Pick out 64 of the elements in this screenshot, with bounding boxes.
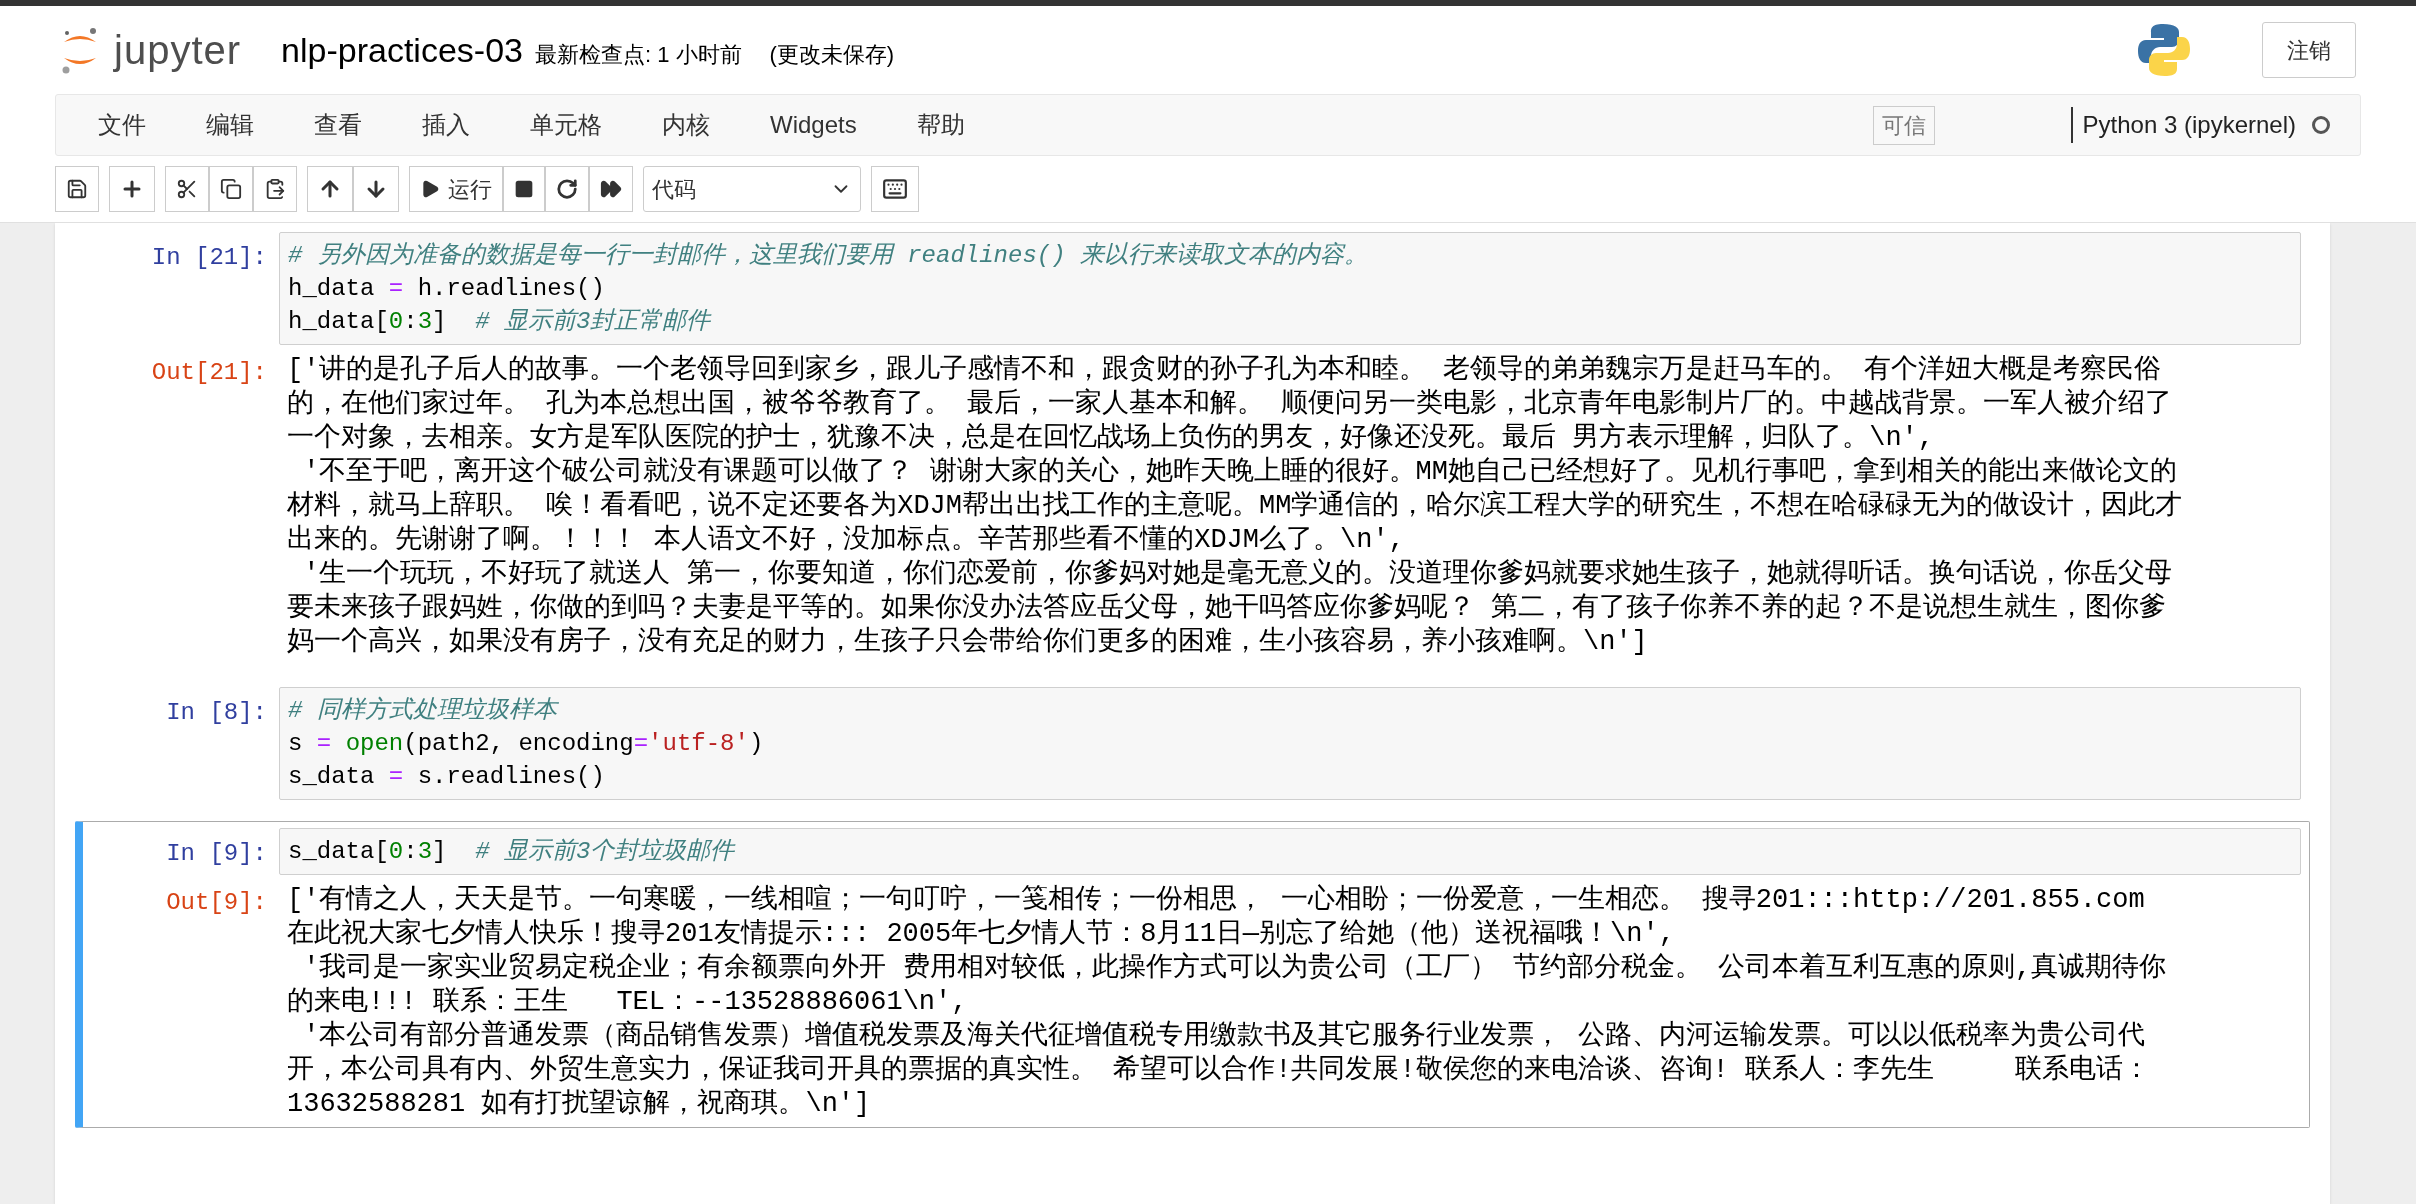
output-line: '本公司有部分普通发票（商品销售发票）增值税发票及海关代征增值税专用缴款书及其它服务行业发票， 公路、内河运输发票。可以以低税率为贵公司代 (302, 1019, 2145, 1053)
input-prompt: In [21]: (151, 243, 267, 273)
checkpoint-status: 最新检查点: 1 小时前 (534, 40, 742, 69)
output-line: 出来的。先谢谢了啊。！！！ 本人语文不好，没加标点。辛苦那些看不懂的XDJM么了。\n', (287, 523, 1405, 557)
notebook-cell[interactable] (75, 821, 2310, 1128)
menu-item[interactable]: 文件 (86, 107, 158, 143)
output-prompt: Out[21]: (151, 358, 267, 388)
input-prompt: In [9]: (166, 839, 267, 869)
play-icon (420, 179, 440, 199)
output-line: 的来电!!! 联系：王生 TEL：--13528886061\n', (287, 985, 968, 1019)
logout-button[interactable]: 注销 (2262, 22, 2356, 78)
menu-item[interactable]: 插入 (410, 107, 482, 143)
input-prompt: In [8]: (166, 698, 267, 728)
kernel-name: Python 3 (ipykernel) (2070, 107, 2296, 143)
menu-item[interactable]: 查看 (302, 107, 374, 143)
save-button[interactable] (55, 166, 99, 212)
paste-icon (264, 178, 286, 200)
python-logo-icon (2136, 22, 2192, 78)
trusted-indicator[interactable]: 可信 (1872, 105, 1935, 145)
output-line: 13632588281 如有打扰望谅解，祝商琪。\n'] (287, 1087, 871, 1121)
output-line: ['有情之人，天天是节。一句寒暖，一线相喧；一句叮咛，一笺相传；一份相思， 一心相盼；一份爱意，一生相恋。 搜寻201:::http://201.855.com (287, 883, 2145, 917)
output-line: 在此祝大家七夕情人快乐！搜寻201友情提示::: 2005年七夕情人节：8月11日—别忘了给她（他）送祝福哦！\n', (287, 917, 1675, 951)
menu-item[interactable]: Widgets (758, 107, 869, 143)
run-button[interactable]: 运行 (409, 166, 503, 212)
move-up-button[interactable] (307, 166, 353, 212)
output-line: 材料，就马上辞职。 唉！看看吧，说不定还要各为XDJM帮出出找工作的主意呢。MM学通信的，哈尔滨工程大学的研究生，不想在哈碌碌无为的做设计，因此才 (287, 489, 2183, 523)
run-all-button[interactable] (589, 166, 633, 212)
notebook-cell[interactable]: In [8]: # 同样方式处理垃圾样本 s = open(path2, encoding='utf-8') s_data = s.readlines() (75, 680, 2310, 807)
autosave-status: (更改未保存) (769, 40, 895, 69)
copy-icon (220, 178, 242, 200)
menu-item[interactable]: 内核 (650, 107, 722, 143)
restart-button[interactable] (545, 166, 589, 212)
notebook-name[interactable]: nlp-practices-03 (281, 24, 523, 76)
keyboard-shortcuts-button[interactable] (871, 166, 919, 212)
output-line: 妈一个高兴，如果没有房子，没有充足的财力，生孩子只会带给你们更多的困难，生小孩容易，养小孩难啊。\n'] (287, 625, 1648, 659)
scissors-icon (176, 178, 198, 200)
output-line: '我司是一家实业贸易定税企业；有余额票向外开 费用相对较低，此操作方式可以为贵公司（工厂） 节约部分税金。 公司本着互利互惠的原则,真诚期待你 (302, 951, 2167, 985)
output-line: '生一个玩玩，不好玩了就送人 第一，你要知道，你们恋爱前，你爹妈对她是毫无意义的。没道理你爹妈就要求她生孩子，她就得听话。换句话说，你岳父母 (302, 557, 2172, 591)
insert-cell-button[interactable] (109, 166, 155, 212)
output-line: 的，在他们家过年。 孔为本总想出国，被爷爷教育了。 最后，一家人基本和解。 顺便问另一类电影，北京青年电影制片厂的。中越战背景。一军人被介绍了 (287, 387, 2172, 421)
restart-icon (556, 178, 578, 200)
output-line: 开，本公司具有内、外贸生意实力，保证我司开具的票据的真实性。 希望可以合作!共同发展!敬侯您的来电洽谈、咨询! 联系人：李先生 联系电话： (287, 1053, 2151, 1087)
menu-item[interactable]: 单元格 (518, 107, 614, 143)
code-input[interactable]: s_data[0:3] # 显示前3个封垃圾邮件 (279, 828, 2301, 875)
output-line: 一个对象，去相亲。女方是军队医院的护士，犹豫不决，总是在回忆战场上负伤的男友，好像还没死。最后 男方表示理解，归队了。\n', (287, 421, 1934, 455)
stop-icon (514, 179, 534, 199)
keyboard-icon (882, 176, 908, 202)
code-input[interactable]: # 同样方式处理垃圾样本 s = open(path2, encoding='utf-8') s_data = s.readlines() (279, 687, 2301, 800)
jupyter-logo[interactable]: jupyter (60, 20, 242, 80)
copy-button[interactable] (209, 166, 253, 212)
fast-forward-icon (600, 178, 622, 200)
output-line: ['讲的是孔子后人的故事。一个老领导回到家乡，跟儿子感情不和，跟贪财的孙子孔为本和睦。 老领导的弟弟魏宗万是赶马车的。 有个洋妞大概是考察民俗 (287, 353, 2161, 387)
output-line: '不至于吧，离开这个破公司就没有课题可以做了？ 谢谢大家的关心，她昨天晚上睡的很好。MM她自己已经想好了。见机行事吧，拿到相关的能出来做论文的 (302, 455, 2177, 489)
save-icon (66, 178, 88, 200)
code-input[interactable]: # 另外因为准备的数据是每一行一封邮件，这里我们要用 readlines() 来以行来读取文本的内容。 h_data = h.readlines() h_data[0:3] # 显示前3封正常邮件 (279, 232, 2301, 345)
interrupt-button[interactable] (503, 166, 545, 212)
cut-button[interactable] (165, 166, 209, 212)
menu-item[interactable]: 编辑 (194, 107, 266, 143)
output-prompt: Out[9]: (166, 888, 267, 918)
move-down-button[interactable] (353, 166, 399, 212)
output-line: 要未来孩子跟妈姓，你做的到吗？夫妻是平等的。如果你没办法答应岳父母，她干吗答应你爹妈呢？ 第二，有了孩子你养不养的起？不是说想生就生，图你爹 (287, 591, 2167, 625)
cell-type-select[interactable]: 代码 (643, 166, 861, 212)
paste-button[interactable] (253, 166, 297, 212)
menu-item[interactable]: 帮助 (904, 107, 977, 143)
